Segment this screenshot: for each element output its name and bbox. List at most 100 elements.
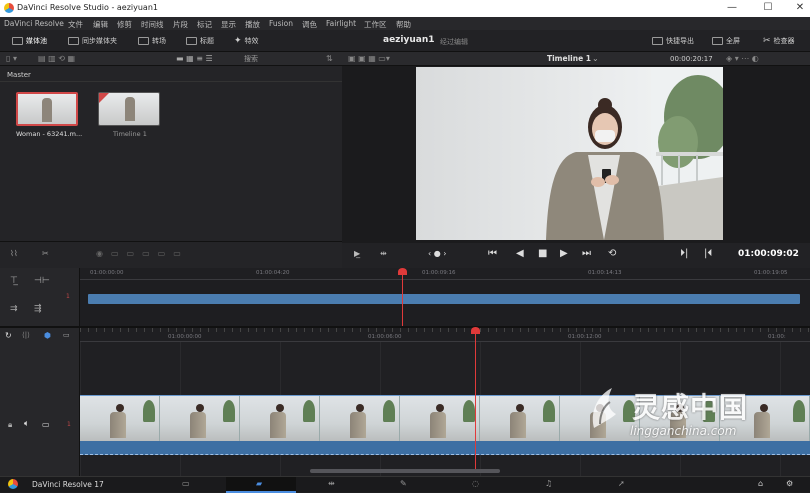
viewer-video[interactable] bbox=[416, 67, 723, 240]
main-toolbar: 媒体池 同步媒体夹 转场 标题 ✦ 特效 aeziyuan1 经过编辑 快捷导出 … bbox=[0, 30, 810, 52]
ruler-tick: 01:00:00:00 bbox=[90, 270, 124, 276]
deliver-page-icon[interactable]: ➚ bbox=[618, 479, 625, 488]
media-pool-button[interactable]: 媒体池 bbox=[12, 36, 47, 46]
go-to-start-button[interactable]: ⏮ bbox=[488, 248, 497, 259]
prev-edit-button[interactable]: |⏴ bbox=[704, 248, 712, 259]
gear-icon[interactable]: ⚙ bbox=[786, 479, 793, 488]
ruler-tick: 01:00: bbox=[768, 334, 786, 340]
link-icon[interactable]: ⟨|⟩ bbox=[22, 331, 30, 339]
menu-edit[interactable]: 编辑 bbox=[93, 19, 108, 30]
audio-meter-icon[interactable]: ⌇⌇ bbox=[10, 249, 18, 258]
viewer-header: ▣ ▣ ▦ ▭▾ Timeline 1 ⌄ 00:00:20:17 ◈ ▾ ⋯ … bbox=[342, 52, 810, 66]
loop-button[interactable]: ⟲ bbox=[608, 248, 616, 259]
page-navigation-bar: DaVinci Resolve 17 ▭ ▰ ⇹ ✎ ◌ ♫ ➚ ⌂ ⚙ bbox=[0, 476, 810, 493]
close-button[interactable]: ✕ bbox=[792, 1, 808, 15]
home-icon[interactable]: ⌂ bbox=[758, 479, 763, 488]
menu-clip[interactable]: 片段 bbox=[173, 19, 188, 30]
minimize-button[interactable]: — bbox=[724, 1, 740, 15]
ruler-tick: 01:00:14:13 bbox=[588, 270, 622, 276]
upper-playhead-handle[interactable] bbox=[398, 268, 407, 275]
sort-icon[interactable]: ⇅ bbox=[326, 54, 333, 63]
chevron-down-icon[interactable]: ⌄ bbox=[592, 54, 599, 63]
menu-help[interactable]: 帮助 bbox=[396, 19, 411, 30]
menu-trim[interactable]: 修剪 bbox=[117, 19, 132, 30]
lower-playhead[interactable] bbox=[475, 330, 476, 470]
menu-playback[interactable]: 播放 bbox=[245, 19, 260, 30]
edit-mode-icons[interactable]: ◉▭▭▭▭▭ bbox=[96, 249, 189, 258]
bin-icons[interactable]: ▤ ▥ ⟲ ▦ bbox=[38, 54, 75, 63]
quick-export-button[interactable]: 快捷导出 bbox=[652, 36, 694, 46]
lower-ruler[interactable]: 01:00:00:00 01:00:06:00 01:00:12:00 01:0… bbox=[80, 328, 810, 342]
ruler-tick: 01:00:09:16 bbox=[422, 270, 456, 276]
media-pool: Master Woman - 63241.m... Timeline 1 bbox=[0, 66, 342, 241]
view-mode-icons[interactable]: ▬ ▦ ≡ ☰ bbox=[176, 54, 213, 63]
sidebar-toggle-icon[interactable]: ▯ ▾ bbox=[6, 54, 17, 63]
tool-icon-4[interactable]: ⇶ bbox=[34, 304, 42, 314]
clip-name-woman[interactable]: Woman - 63241.m... bbox=[16, 130, 82, 138]
timecode-duration: 00:00:20:17 bbox=[670, 55, 713, 63]
monitor-icon[interactable]: ▭ bbox=[42, 420, 50, 429]
marker-icon[interactable]: ▭ bbox=[63, 331, 70, 339]
watermark-text: 灵感中国 bbox=[632, 391, 749, 424]
horizontal-scrollbar[interactable] bbox=[310, 469, 500, 473]
upper-playhead[interactable] bbox=[402, 270, 403, 326]
watermark: 灵感中国 lingganchina.com bbox=[586, 380, 786, 450]
go-to-end-button[interactable]: ⏭ bbox=[582, 248, 591, 259]
menu-view[interactable]: 显示 bbox=[221, 19, 236, 30]
overview-clip[interactable] bbox=[88, 294, 800, 304]
clip-figure bbox=[125, 97, 135, 121]
flag-icon[interactable]: ⬢ bbox=[44, 331, 51, 340]
menu-timeline[interactable]: 时间线 bbox=[141, 19, 164, 30]
menu-davinci[interactable]: DaVinci Resolve bbox=[4, 19, 64, 28]
fairlight-page-icon[interactable]: ◌ bbox=[472, 479, 479, 488]
app-version: DaVinci Resolve 17 bbox=[32, 480, 104, 489]
clip-name-timeline[interactable]: Timeline 1 bbox=[113, 130, 147, 138]
transitions-label: 转场 bbox=[152, 37, 166, 45]
next-edit-button[interactable]: ⏵| bbox=[680, 248, 688, 259]
play-button[interactable]: ▶ bbox=[560, 248, 568, 259]
viewer-layout-icons[interactable]: ▣ ▣ ▦ ▭▾ bbox=[348, 54, 390, 63]
clip-thumbnail-woman[interactable] bbox=[16, 92, 78, 126]
lock-icon[interactable]: 🔒︎ bbox=[8, 420, 12, 430]
trim-options-icon[interactable]: ⇹ bbox=[380, 249, 387, 258]
titles-button[interactable]: 标题 bbox=[186, 36, 214, 46]
timeline-selector[interactable]: Timeline 1 bbox=[547, 54, 591, 63]
jog-icon[interactable]: ‹ ● › bbox=[428, 249, 446, 258]
transitions-button[interactable]: 转场 bbox=[138, 36, 166, 46]
playback-options-icon[interactable]: ▶̲ bbox=[354, 249, 360, 258]
effects-label: 特效 bbox=[244, 37, 259, 45]
tool-icon-2[interactable]: ⊣⊢ bbox=[34, 276, 50, 286]
edit-page-icon[interactable]: ▰ bbox=[256, 479, 262, 488]
music-page-icon[interactable]: ♫ bbox=[545, 479, 552, 488]
viewer-options-icons[interactable]: ◈ ▾ ⋯ ◐ bbox=[726, 54, 759, 63]
tool-icon-3[interactable]: ⇉ bbox=[10, 304, 18, 314]
clip-thumbnail-timeline[interactable] bbox=[98, 92, 160, 126]
effects-button[interactable]: ✦ 特效 bbox=[234, 36, 259, 46]
fusion-page-icon[interactable]: ⇹ bbox=[328, 479, 335, 488]
play-reverse-button[interactable]: ◀ bbox=[516, 248, 524, 259]
search-label[interactable]: 搜索 bbox=[244, 54, 258, 64]
menu-color[interactable]: 调色 bbox=[302, 19, 317, 30]
menu-fairlight[interactable]: Fairlight bbox=[326, 19, 356, 28]
fullscreen-button[interactable]: 全屏 bbox=[712, 36, 740, 46]
color-page-icon[interactable]: ✎ bbox=[400, 479, 407, 488]
inspector-icon: ✂ bbox=[763, 36, 771, 46]
snap-icon[interactable]: ↻ bbox=[5, 331, 12, 340]
upper-ruler[interactable]: 01:00:00:00 01:00:04:20 01:00:09:16 01:0… bbox=[80, 268, 810, 280]
lower-playhead-handle[interactable] bbox=[471, 327, 480, 334]
inspector-button[interactable]: ✂ 检查器 bbox=[763, 36, 795, 46]
menu-workspace[interactable]: 工作区 bbox=[364, 19, 387, 30]
menu-mark[interactable]: 标记 bbox=[197, 19, 212, 30]
effects-icon: ✦ bbox=[234, 36, 242, 46]
tool-icon-1[interactable]: ⊤̲ bbox=[10, 276, 18, 286]
menu-file[interactable]: 文件 bbox=[68, 19, 83, 30]
sync-bin-button[interactable]: 同步媒体夹 bbox=[68, 36, 117, 46]
maximize-button[interactable]: ☐ bbox=[760, 1, 776, 15]
scissors-icon[interactable]: ✂ bbox=[42, 249, 49, 258]
stop-button[interactable]: ■ bbox=[538, 248, 547, 259]
speaker-icon[interactable]: 🔈︎ bbox=[24, 419, 29, 429]
sync-bin-label: 同步媒体夹 bbox=[82, 37, 117, 45]
media-page-icon[interactable]: ▭ bbox=[182, 479, 190, 488]
track-number: 1 bbox=[66, 293, 70, 300]
menu-fusion[interactable]: Fusion bbox=[269, 19, 293, 28]
